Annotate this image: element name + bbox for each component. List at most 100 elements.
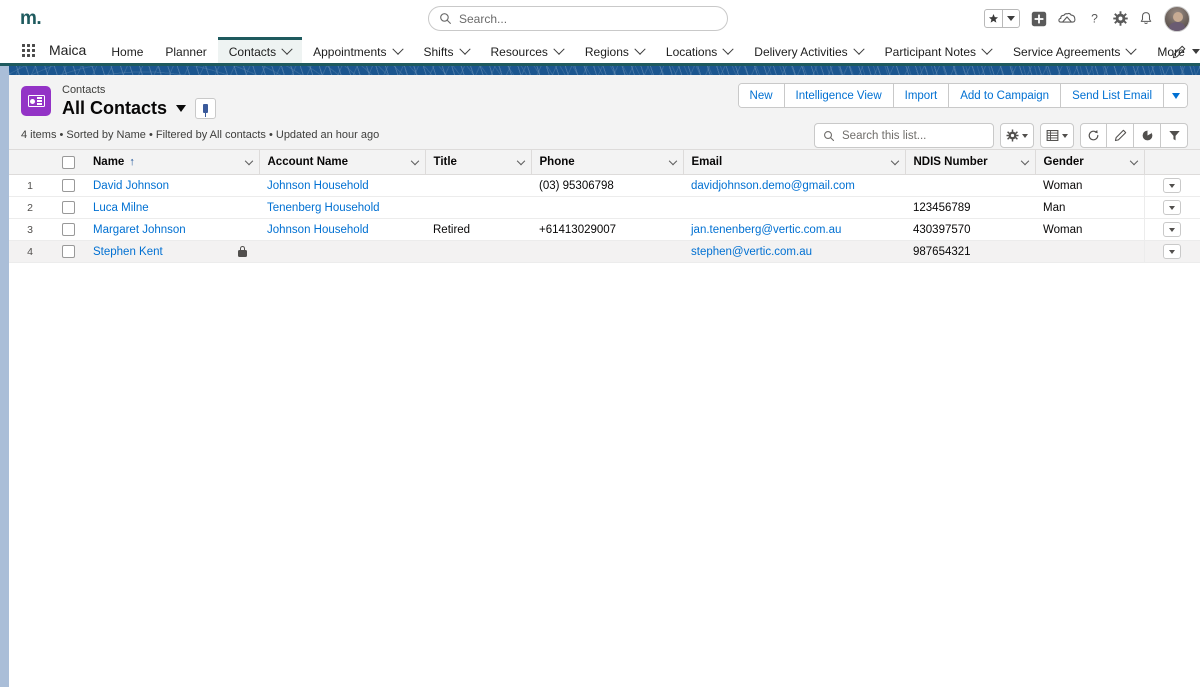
account-name-link[interactable]: Johnson Household (267, 180, 369, 192)
column-header-name[interactable]: Name ↑ (85, 149, 260, 175)
column-header-email[interactable]: Email (683, 149, 906, 175)
row-actions-button[interactable] (1163, 178, 1182, 193)
contact-name-link[interactable]: Luca Milne (93, 202, 149, 214)
select-all-header[interactable] (51, 149, 85, 175)
table-body: 1 David Johnson Johnson Household (03) 9… (9, 174, 1200, 263)
row-actions-cell[interactable] (1143, 196, 1200, 219)
new-button[interactable]: New (738, 84, 784, 107)
row-actions-cell[interactable] (1143, 218, 1200, 241)
column-header-phone[interactable]: Phone (531, 149, 684, 175)
table-row[interactable]: 1 David Johnson Johnson Household (03) 9… (9, 174, 1200, 197)
nav-item-delivery-activities[interactable]: Delivery Activities (743, 37, 873, 63)
favorites-group[interactable] (984, 9, 1020, 28)
row-select-cell[interactable] (51, 218, 85, 241)
app-launcher-button[interactable] (14, 37, 43, 63)
search-this-list-input[interactable]: Search this list... (814, 123, 994, 148)
pencil-icon (1114, 129, 1126, 142)
chevron-down-icon (281, 43, 293, 55)
cell-account-name[interactable]: Johnson Household (259, 218, 425, 241)
email-link[interactable]: stephen@vertic.com.au (691, 246, 812, 258)
add-to-campaign-button[interactable]: Add to Campaign (948, 84, 1061, 107)
notifications-bell-icon[interactable] (1139, 11, 1153, 26)
cell-name[interactable]: David Johnson (85, 174, 259, 197)
nav-item-shifts[interactable]: Shifts (413, 37, 480, 63)
help-icon[interactable]: ? (1087, 11, 1102, 26)
charts-button[interactable] (1134, 123, 1161, 148)
import-button[interactable]: Import (892, 84, 949, 107)
edit-nav-button[interactable] (1172, 37, 1186, 66)
email-link[interactable]: davidjohnson.demo@gmail.com (691, 180, 855, 192)
favorites-star-icon[interactable] (985, 10, 1002, 27)
nav-item-home[interactable]: Home (100, 37, 154, 63)
row-checkbox[interactable] (61, 179, 75, 192)
page-title: All Contacts (62, 98, 168, 118)
row-checkbox[interactable] (61, 201, 75, 214)
column-header-account-name[interactable]: Account Name (259, 149, 426, 175)
refresh-button[interactable] (1080, 123, 1107, 148)
row-select-cell[interactable] (51, 240, 85, 263)
nav-item-resources[interactable]: Resources (480, 37, 574, 63)
select-all-checkbox[interactable] (61, 155, 75, 169)
nav-item-appointments[interactable]: Appointments (302, 37, 412, 63)
column-header-gender[interactable]: Gender (1035, 149, 1145, 175)
row-actions-button[interactable] (1163, 222, 1182, 237)
table-row[interactable]: 4 Stephen Kent stephen@vertic.com.au 987… (9, 240, 1200, 263)
row-actions-button[interactable] (1163, 244, 1182, 259)
favorites-dropdown-icon[interactable] (1002, 10, 1019, 27)
chevron-down-icon (981, 43, 993, 55)
cell-name[interactable]: Margaret Johnson (85, 218, 259, 241)
contact-name-link[interactable]: Margaret Johnson (93, 224, 186, 236)
row-select-cell[interactable] (51, 196, 85, 219)
contact-name-link[interactable]: Stephen Kent (93, 246, 163, 258)
cloud-home-icon[interactable] (1058, 11, 1076, 26)
list-settings-button[interactable] (1000, 123, 1034, 148)
table-icon (1046, 130, 1059, 141)
table-row[interactable]: 3 Margaret Johnson Johnson Household Ret… (9, 218, 1200, 241)
cell-name[interactable]: Luca Milne (85, 196, 259, 219)
row-checkbox[interactable] (61, 223, 75, 236)
cell-account-name[interactable] (259, 240, 425, 263)
cell-account-name[interactable]: Johnson Household (259, 174, 425, 197)
row-actions-cell[interactable] (1143, 174, 1200, 197)
edit-list-button[interactable] (1107, 123, 1134, 148)
account-name-link[interactable]: Tenenberg Household (267, 202, 380, 214)
intelligence-view-button[interactable]: Intelligence View (783, 84, 893, 107)
row-actions-button[interactable] (1163, 200, 1182, 215)
cell-account-name[interactable]: Tenenberg Household (259, 196, 425, 219)
nav-item-contacts[interactable]: Contacts (217, 37, 303, 63)
send-list-email-button[interactable]: Send List Email (1060, 84, 1163, 107)
filter-button[interactable] (1161, 123, 1188, 148)
cell-email[interactable] (683, 196, 905, 219)
nav-item-regions[interactable]: Regions (574, 37, 655, 63)
cell-email[interactable]: jan.tenenberg@vertic.com.au (683, 218, 905, 241)
avatar[interactable] (1164, 5, 1190, 32)
cell-name[interactable]: Stephen Kent (85, 240, 259, 263)
row-checkbox[interactable] (61, 245, 75, 258)
more-actions-chevron-down-icon[interactable] (1163, 84, 1187, 107)
add-icon[interactable] (1031, 11, 1047, 27)
nav-item-participant-notes[interactable]: Participant Notes (874, 37, 1002, 63)
table-row[interactable]: 2 Luca Milne Tenenberg Household 1234567… (9, 196, 1200, 219)
row-select-cell[interactable] (51, 174, 85, 197)
refresh-icon (1088, 130, 1099, 141)
row-actions-cell[interactable] (1143, 240, 1200, 263)
nav-item-service-agreements[interactable]: Service Agreements (1002, 37, 1146, 63)
email-link[interactable]: jan.tenenberg@vertic.com.au (691, 224, 841, 236)
list-display-button[interactable] (1040, 123, 1074, 148)
nav-item-planner[interactable]: Planner (154, 37, 217, 63)
global-search-wrapper[interactable]: Search... (428, 6, 728, 31)
nav-item-locations[interactable]: Locations (655, 37, 743, 63)
pin-list-view-button[interactable] (195, 98, 217, 119)
column-header-title[interactable]: Title (425, 149, 532, 175)
account-name-link[interactable]: Johnson Household (267, 224, 369, 236)
list-view-chevron-down-icon[interactable] (176, 105, 187, 112)
contact-name-link[interactable]: David Johnson (93, 180, 169, 192)
global-search-input[interactable]: Search... (428, 6, 728, 31)
column-header-ndis-number[interactable]: NDIS Number (905, 149, 1036, 175)
cell-email[interactable]: davidjohnson.demo@gmail.com (683, 174, 905, 197)
cell-email[interactable]: stephen@vertic.com.au (683, 240, 905, 263)
header-icon-group: ? (984, 0, 1190, 37)
chevron-down-icon (1062, 133, 1068, 138)
app-name[interactable]: Maica (43, 37, 100, 63)
settings-gear-icon[interactable] (1113, 11, 1128, 26)
